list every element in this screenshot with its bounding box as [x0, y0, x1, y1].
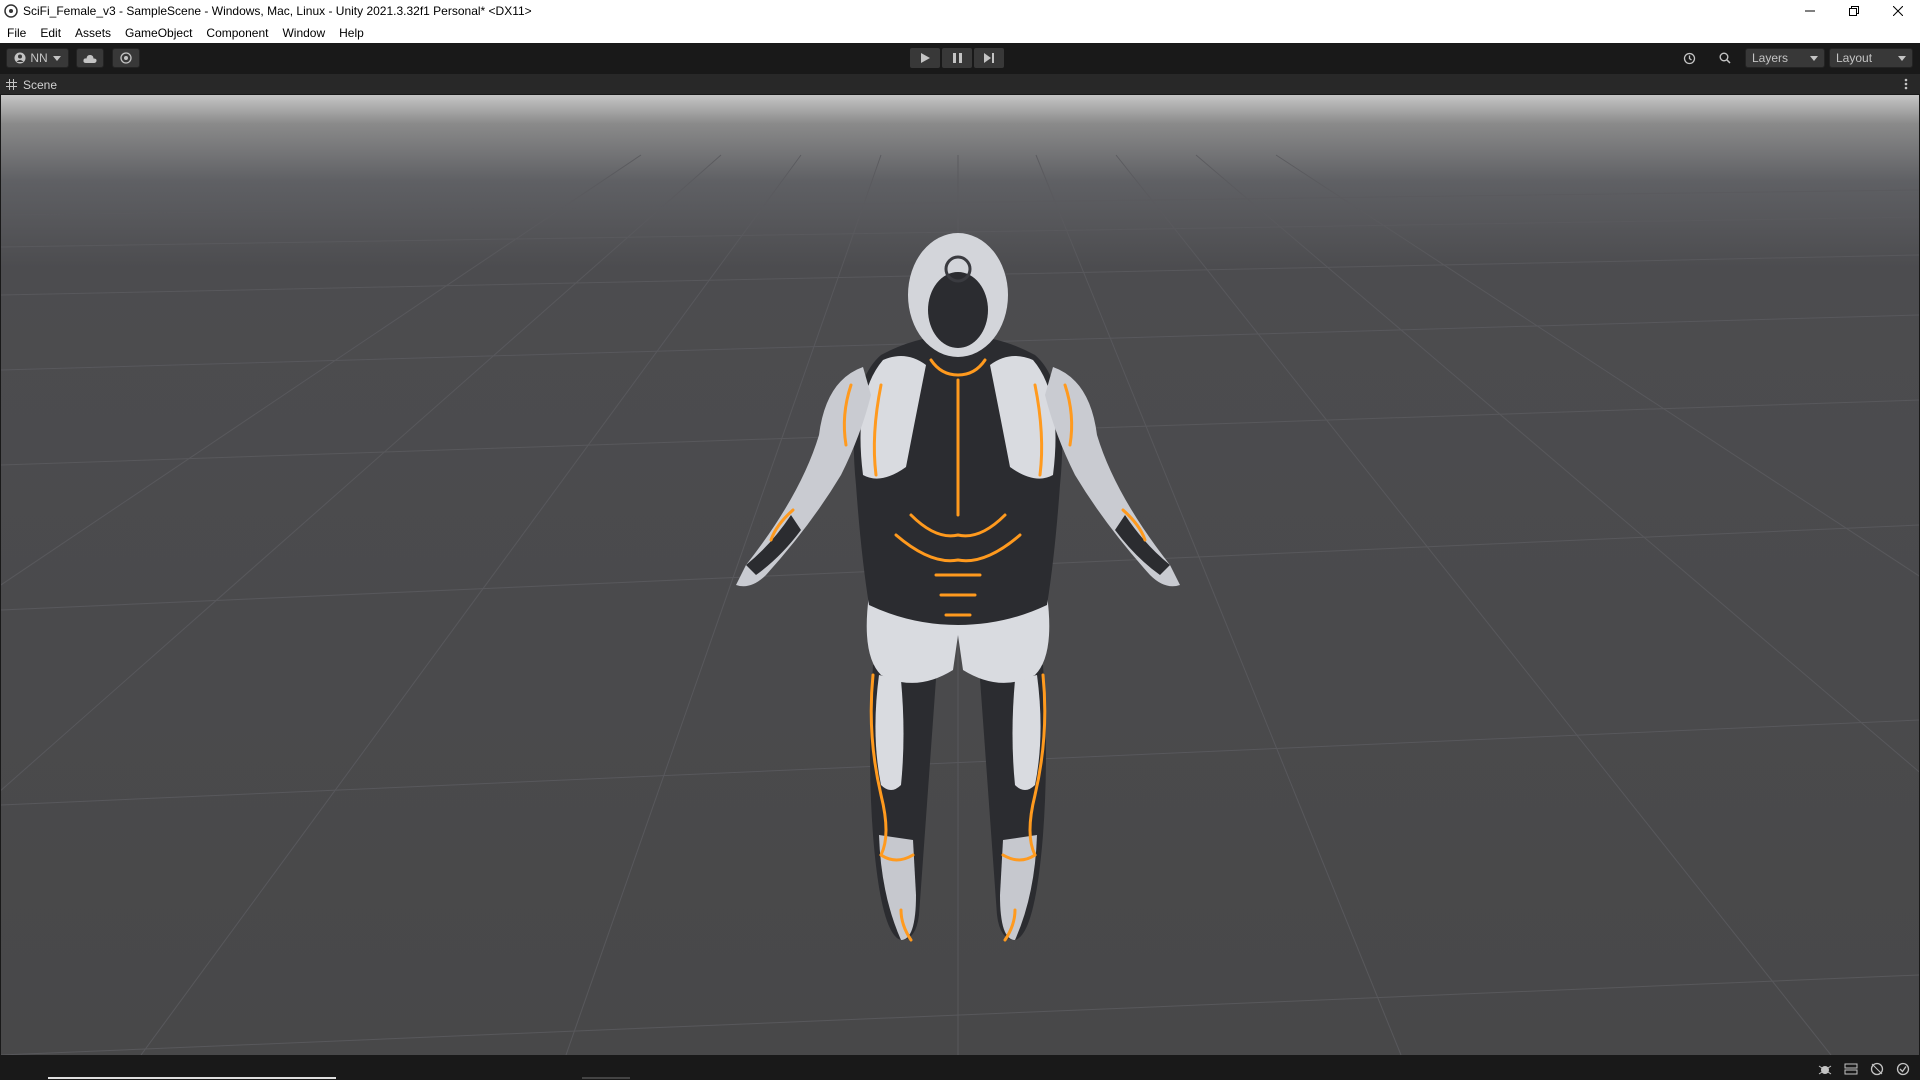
- restore-button[interactable]: [1832, 0, 1876, 22]
- layers-label: Layers: [1752, 51, 1789, 65]
- scene-viewport[interactable]: [1, 95, 1919, 1055]
- minimize-icon: [1805, 10, 1815, 12]
- cache-server-icon[interactable]: [1838, 1061, 1864, 1077]
- cloud-button[interactable]: [76, 48, 104, 68]
- menu-file[interactable]: File: [0, 26, 33, 40]
- step-icon: [984, 53, 994, 63]
- pause-icon: [952, 53, 962, 63]
- chevron-down-icon: [1810, 56, 1818, 61]
- close-button[interactable]: [1876, 0, 1920, 22]
- pause-button[interactable]: [942, 48, 972, 68]
- close-icon: [1893, 6, 1903, 16]
- menu-component[interactable]: Component: [199, 26, 275, 40]
- account-icon: [14, 52, 26, 64]
- menu-assets[interactable]: Assets: [68, 26, 118, 40]
- main-toolbar: NN Layers Layout: [0, 43, 1920, 74]
- search-icon: [1719, 52, 1731, 64]
- search-button[interactable]: [1712, 48, 1738, 68]
- scene-grid-icon: [6, 79, 17, 90]
- progress-icon[interactable]: [1864, 1061, 1890, 1077]
- play-icon: [920, 53, 930, 63]
- collab-button[interactable]: [112, 48, 140, 68]
- progress-bar: [48, 1077, 336, 1079]
- window-title: SciFi_Female_v3 - SampleScene - Windows,…: [23, 4, 532, 18]
- menu-bar: File Edit Assets GameObject Component Wi…: [0, 22, 1920, 43]
- tab-scene[interactable]: Scene: [6, 76, 57, 93]
- step-button[interactable]: [974, 48, 1004, 68]
- layout-label: Layout: [1836, 51, 1873, 65]
- chevron-down-icon: [52, 55, 61, 61]
- account-label: NN: [30, 51, 48, 65]
- collab-icon: [120, 52, 132, 64]
- restore-icon: [1849, 6, 1859, 16]
- minimize-button[interactable]: [1788, 0, 1832, 22]
- scene-tab-header: Scene: [0, 74, 1920, 95]
- menu-gameobject[interactable]: GameObject: [118, 26, 199, 40]
- play-controls: [910, 48, 1006, 68]
- chevron-down-icon: [1898, 56, 1906, 61]
- window-title-bar: SciFi_Female_v3 - SampleScene - Windows,…: [0, 0, 1920, 22]
- undo-history-button[interactable]: [1676, 48, 1702, 68]
- menu-help[interactable]: Help: [332, 26, 371, 40]
- check-icon[interactable]: [1890, 1061, 1916, 1077]
- layers-dropdown[interactable]: Layers: [1745, 48, 1825, 68]
- debug-icon[interactable]: [1812, 1061, 1838, 1077]
- menu-edit[interactable]: Edit: [33, 26, 68, 40]
- more-options-icon[interactable]: [1904, 78, 1908, 90]
- scene-render: [1, 154, 1919, 1055]
- account-dropdown[interactable]: NN: [6, 48, 69, 68]
- history-icon: [1683, 52, 1695, 64]
- menu-window[interactable]: Window: [275, 26, 332, 40]
- scene-tab-label: Scene: [23, 77, 58, 92]
- cloud-icon: [83, 54, 97, 63]
- play-button[interactable]: [910, 48, 940, 68]
- status-bar: [0, 1056, 1920, 1080]
- unity-logo-icon: [4, 4, 18, 18]
- layout-dropdown[interactable]: Layout: [1829, 48, 1913, 68]
- status-divider: [582, 1077, 630, 1079]
